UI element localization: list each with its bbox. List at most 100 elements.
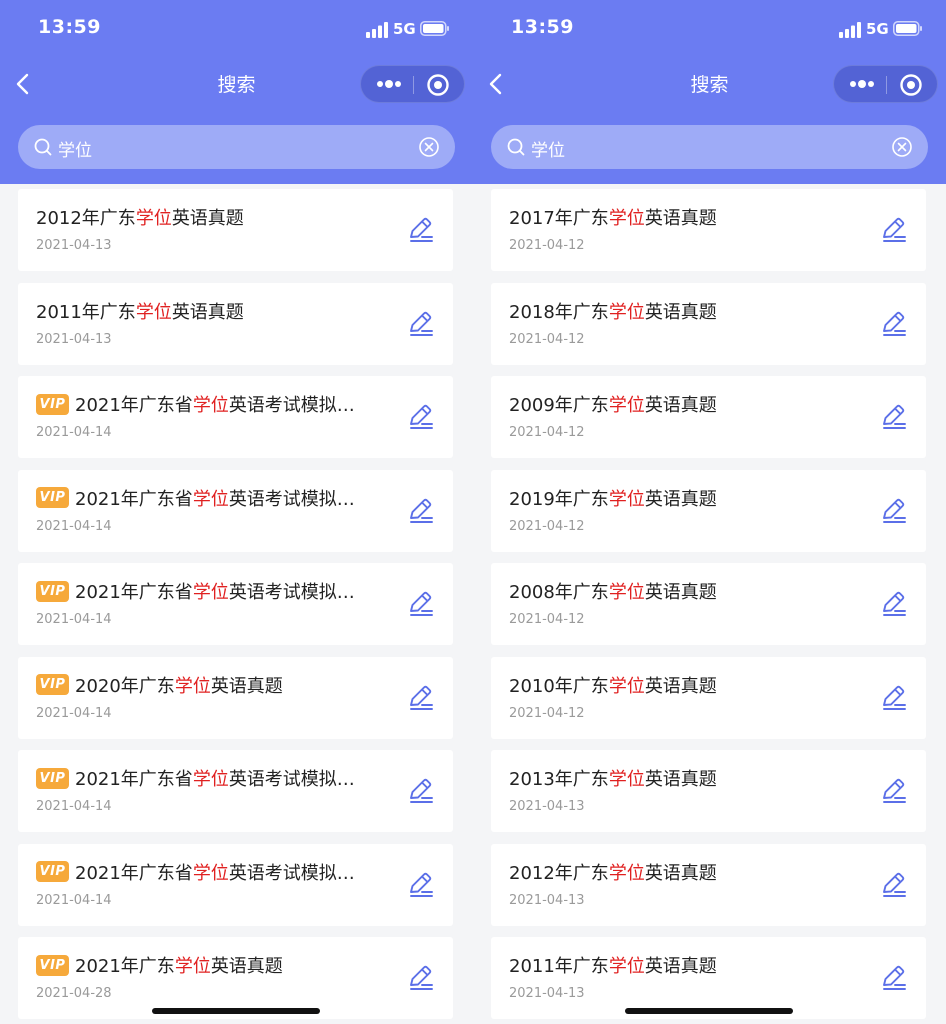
phone-screen-left: 13:59 5G 搜索 学位 2012年广东学位英语真题 2021-04-13 … <box>0 0 473 1024</box>
result-list: 2017年广东学位英语真题 2021-04-12 2018年广东学位英语真题 2… <box>491 189 926 1024</box>
item-title: 2021年广东省学位英语考试模拟… <box>75 485 355 511</box>
edit-icon[interactable] <box>406 870 436 900</box>
item-title: 2019年广东学位英语真题 <box>509 485 717 511</box>
title-highlight: 学位 <box>608 301 645 323</box>
item-title-row: VIP 2020年广东学位英语真题 <box>36 672 283 698</box>
more-dots-icon[interactable] <box>369 70 409 98</box>
item-date: 2021-04-13 <box>509 892 585 908</box>
title-text-rest: 英语真题 <box>171 208 244 229</box>
title-text: 2011年广东 <box>36 301 136 323</box>
list-item[interactable]: VIP 2021年广东省学位英语考试模拟… 2021-04-14 <box>18 376 453 458</box>
list-item[interactable]: 2018年广东学位英语真题 2021-04-12 <box>491 282 926 365</box>
signal-icon <box>366 22 388 38</box>
list-item[interactable]: 2012年广东学位英语真题 2021-04-13 <box>491 843 926 926</box>
edit-icon[interactable] <box>406 963 436 993</box>
title-text-rest: 英语真题 <box>644 956 717 977</box>
list-item[interactable]: VIP 2021年广东省学位英语考试模拟… 2021-04-14 <box>18 563 453 645</box>
item-date: 2021-04-12 <box>509 612 585 627</box>
item-title-row: 2013年广东学位英语真题 <box>509 765 717 791</box>
title-highlight: 学位 <box>192 862 229 884</box>
search-bar[interactable]: 学位 <box>18 125 455 169</box>
item-date: 2021-04-12 <box>509 331 585 347</box>
item-title: 2010年广东学位英语真题 <box>509 672 717 698</box>
item-date: 2021-04-14 <box>36 425 112 440</box>
edit-icon[interactable] <box>406 776 436 806</box>
more-dots-icon[interactable] <box>842 70 882 98</box>
network-type: 5G <box>866 20 889 38</box>
vip-badge: VIP <box>36 861 69 882</box>
clear-icon[interactable] <box>417 135 441 159</box>
title-highlight: 学位 <box>192 582 229 603</box>
item-title-row: VIP 2021年广东学位英语真题 <box>36 952 283 978</box>
edit-icon[interactable] <box>406 589 436 619</box>
edit-icon[interactable] <box>879 215 909 245</box>
home-indicator[interactable] <box>625 1008 793 1014</box>
list-item[interactable]: 2009年广东学位英语真题 2021-04-12 <box>491 376 926 458</box>
signal-icon <box>839 22 861 38</box>
home-indicator[interactable] <box>152 1008 320 1014</box>
title-highlight: 学位 <box>608 582 645 603</box>
clear-icon[interactable] <box>890 135 914 159</box>
title-text: 2021年广东省 <box>75 488 193 510</box>
item-date: 2021-04-12 <box>509 705 585 721</box>
title-text: 2021年广东 <box>75 956 175 977</box>
item-date: 2021-04-12 <box>509 238 585 253</box>
title-text-rest: 英语真题 <box>210 956 283 977</box>
list-item[interactable]: 2013年广东学位英语真题 2021-04-13 <box>491 750 926 832</box>
close-miniprogram-icon[interactable] <box>423 71 453 99</box>
title-text-rest: 英语真题 <box>644 488 717 510</box>
edit-icon[interactable] <box>406 402 436 432</box>
list-item[interactable]: VIP 2021年广东省学位英语考试模拟… 2021-04-14 <box>18 750 453 832</box>
list-item[interactable]: VIP 2020年广东学位英语真题 2021-04-14 <box>18 656 453 739</box>
title-highlight: 学位 <box>608 862 645 884</box>
title-text-rest: 英语真题 <box>210 675 283 697</box>
search-bar[interactable]: 学位 <box>491 125 928 169</box>
close-miniprogram-icon[interactable] <box>896 71 926 99</box>
item-title: 2021年广东省学位英语考试模拟… <box>75 765 355 791</box>
list-item[interactable]: 2019年广东学位英语真题 2021-04-12 <box>491 469 926 552</box>
item-date: 2021-04-13 <box>509 799 585 814</box>
title-text-rest: 英语真题 <box>644 862 717 884</box>
list-item[interactable]: 2012年广东学位英语真题 2021-04-13 <box>18 189 453 271</box>
battery-icon <box>893 21 922 36</box>
list-item[interactable]: VIP 2021年广东省学位英语考试模拟… 2021-04-14 <box>18 843 453 926</box>
edit-icon[interactable] <box>879 683 909 713</box>
title-highlight: 学位 <box>192 769 229 790</box>
list-item[interactable]: VIP 2021年广东学位英语真题 2021-04-28 <box>18 937 453 1019</box>
list-item[interactable]: 2008年广东学位英语真题 2021-04-12 <box>491 563 926 645</box>
edit-icon[interactable] <box>879 589 909 619</box>
title-highlight: 学位 <box>174 956 211 977</box>
vip-badge: VIP <box>36 393 69 415</box>
item-title-row: 2009年广东学位英语真题 <box>509 391 717 417</box>
edit-icon[interactable] <box>406 496 436 526</box>
item-title: 2012年广东学位英语真题 <box>36 204 244 230</box>
title-highlight: 学位 <box>135 208 172 229</box>
title-highlight: 学位 <box>608 208 645 229</box>
edit-icon[interactable] <box>406 309 436 339</box>
title-text-rest: 英语考试模拟… <box>228 395 355 416</box>
search-input[interactable]: 学位 <box>58 136 398 161</box>
edit-icon[interactable] <box>879 870 909 900</box>
title-text-rest: 英语考试模拟… <box>228 488 355 510</box>
title-highlight: 学位 <box>608 395 645 416</box>
edit-icon[interactable] <box>879 496 909 526</box>
search-input[interactable]: 学位 <box>531 136 871 161</box>
edit-icon[interactable] <box>406 683 436 713</box>
edit-icon[interactable] <box>879 402 909 432</box>
item-title-row: 2010年广东学位英语真题 <box>509 672 717 698</box>
list-item[interactable]: 2011年广东学位英语真题 2021-04-13 <box>18 282 453 365</box>
edit-icon[interactable] <box>879 776 909 806</box>
edit-icon[interactable] <box>879 309 909 339</box>
edit-icon[interactable] <box>879 963 909 993</box>
item-date: 2021-04-13 <box>36 331 112 347</box>
item-title-row: VIP 2021年广东省学位英语考试模拟… <box>36 485 355 511</box>
item-date: 2021-04-13 <box>36 238 112 253</box>
navigation-bar: 搜索 <box>473 56 946 112</box>
title-text: 2012年广东 <box>36 208 136 229</box>
list-item[interactable]: 2011年广东学位英语真题 2021-04-13 <box>491 937 926 1019</box>
edit-icon[interactable] <box>406 215 436 245</box>
list-item[interactable]: 2010年广东学位英语真题 2021-04-12 <box>491 656 926 739</box>
list-item[interactable]: 2017年广东学位英语真题 2021-04-12 <box>491 189 926 271</box>
item-date: 2021-04-12 <box>509 425 585 440</box>
list-item[interactable]: VIP 2021年广东省学位英语考试模拟… 2021-04-14 <box>18 469 453 552</box>
